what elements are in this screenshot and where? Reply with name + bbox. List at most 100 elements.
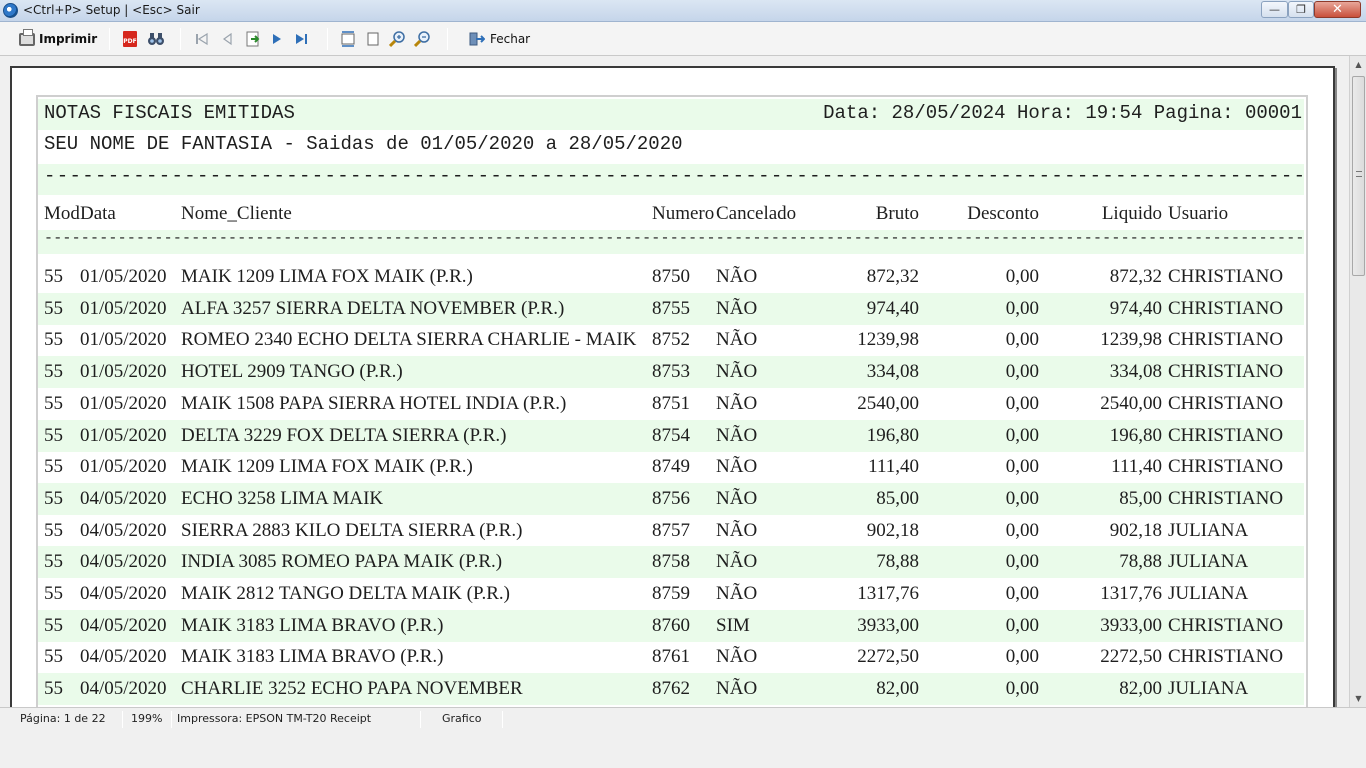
table-row: 55 01/05/2020 DELTA 3229 FOX DELTA SIERRA … <box>38 419 1304 452</box>
status-zoom: 199% <box>131 712 163 725</box>
cell-bruto: 2540,00 <box>857 392 919 414</box>
cell-cliente: DELTA 3229 FOX DELTA SIERRA (P.R.) <box>181 424 507 446</box>
col-cliente: Nome_Cliente <box>181 203 292 224</box>
cell-cliente: ALFA 3257 SIERRA DELTA NOVEMBER (P.R.) <box>181 297 565 319</box>
cell-liquido: 2540,00 <box>1100 392 1162 414</box>
table-row: 55 04/05/2020 INDIA 3085 ROMEO PAPA MAIK (… <box>38 546 1304 579</box>
last-page-button[interactable] <box>295 29 309 49</box>
pdf-icon: PDF <box>123 31 137 47</box>
whole-page-button[interactable] <box>366 29 380 49</box>
cell-cancelado: NÃO <box>716 361 758 383</box>
table-row: 55 04/05/2020 MAIK 2812 TANGO DELTA MAIK (… <box>38 578 1304 610</box>
cell-numero: 8753 <box>652 361 690 383</box>
cell-liquido: 3933,00 <box>1100 614 1162 636</box>
table-row: 55 04/05/2020 SIERRA 2883 KILO DELTA SIERR… <box>38 515 1304 547</box>
status-printer: Impressora: EPSON TM-T20 Receipt <box>177 712 372 725</box>
cell-data: 04/05/2020 <box>80 614 167 636</box>
table-row: 55 01/05/2020 MAIK 1209 LIMA FOX MAIK (P.R… <box>38 451 1304 483</box>
cell-numero: 8760 <box>652 614 690 636</box>
cell-liquido: 111,40 <box>1111 456 1162 478</box>
cell-cliente: MAIK 1209 LIMA FOX MAIK (P.R.) <box>181 456 473 478</box>
cell-desconto: 0,00 <box>1005 266 1039 287</box>
preview-area: NOTAS FISCAIS EMITIDAS Data: 28/05/2024 … <box>0 56 1349 707</box>
close-icon: ✕ <box>1332 2 1343 17</box>
whole-page-icon <box>367 32 379 46</box>
cell-liquido: 82,00 <box>1119 678 1162 700</box>
col-usuario: Usuario <box>1168 203 1229 224</box>
cell-mod: 55 <box>44 329 63 351</box>
cell-cancelado: NÃO <box>716 329 758 351</box>
close-preview-label: Fechar <box>490 32 531 46</box>
col-data: Data <box>80 203 116 224</box>
cell-numero: 8752 <box>652 329 690 351</box>
next-page-button[interactable] <box>271 29 283 49</box>
cell-cancelado: NÃO <box>716 583 758 604</box>
title-bar: <Ctrl+P> Setup | <Esc> Sair — ❐ ✕ <box>0 0 1366 22</box>
table-row: 55 01/05/2020 ROMEO 2340 ECHO DELTA SIERRA… <box>38 324 1304 356</box>
scroll-up-icon[interactable]: ▲ <box>1350 56 1366 73</box>
cell-bruto: 111,40 <box>868 456 919 478</box>
cell-numero: 8761 <box>652 646 690 668</box>
maximize-button[interactable]: ❐ <box>1288 1 1314 18</box>
cell-cliente: MAIK 1209 LIMA FOX MAIK (P.R.) <box>181 266 473 287</box>
column-headers: Mod Data Nome_Cliente Numero Cancelado B… <box>38 198 1304 230</box>
close-preview-button[interactable]: Fechar <box>469 29 530 49</box>
previous-page-button[interactable] <box>221 29 233 49</box>
cell-usuario: JULIANA <box>1168 583 1249 604</box>
scroll-down-icon[interactable]: ▼ <box>1350 690 1366 707</box>
table-row: 55 01/05/2020 MAIK 1508 PAPA SIERRA HOTEL … <box>38 388 1304 420</box>
zoom-out-icon <box>414 31 430 48</box>
cell-bruto: 902,18 <box>866 519 919 541</box>
cell-liquido: 872,32 <box>1109 266 1162 287</box>
page-go-icon <box>246 31 260 47</box>
scroll-thumb[interactable] <box>1352 76 1365 276</box>
cell-usuario: CHRISTIANO <box>1168 361 1284 383</box>
first-page-button[interactable] <box>195 29 209 49</box>
cell-numero: 8758 <box>652 551 690 573</box>
cell-bruto: 1239,98 <box>857 329 919 351</box>
zoom-in-button[interactable] <box>389 29 407 49</box>
cell-mod: 55 <box>44 519 63 541</box>
cell-mod: 55 <box>44 297 63 319</box>
cell-usuario: JULIANA <box>1168 678 1249 700</box>
zoom-out-button[interactable] <box>414 29 432 49</box>
minimize-button[interactable]: — <box>1261 1 1288 18</box>
cell-data: 04/05/2020 <box>80 487 167 509</box>
cell-desconto: 0,00 <box>1005 614 1039 636</box>
table-row: 55 04/05/2020 MAIK 3183 LIMA BRAVO (P.R.) 8… <box>38 609 1304 642</box>
cell-mod: 55 <box>44 678 63 700</box>
print-button[interactable]: Imprimir <box>19 28 98 49</box>
cell-cancelado: NÃO <box>716 456 758 478</box>
cell-usuario: CHRISTIANO <box>1168 297 1284 319</box>
cell-data: 04/05/2020 <box>80 646 167 668</box>
find-button[interactable] <box>147 29 165 49</box>
cell-cliente: MAIK 1508 PAPA SIERRA HOTEL INDIA (P.R.) <box>181 392 567 414</box>
cell-cancelado: NÃO <box>716 297 758 319</box>
cell-cliente: MAIK 3183 LIMA BRAVO (P.R.) <box>181 646 444 668</box>
table-row: 55 04/05/2020 MAIK 3183 LIMA BRAVO (P.R.) 8… <box>38 641 1304 673</box>
cell-desconto: 0,00 <box>1005 392 1039 414</box>
cell-usuario: CHRISTIANO <box>1168 424 1284 446</box>
cell-desconto: 0,00 <box>1005 361 1039 383</box>
vertical-scrollbar[interactable]: ▲ ▼ <box>1349 56 1366 707</box>
cell-mod: 55 <box>44 424 63 446</box>
page-width-button[interactable] <box>340 29 356 49</box>
col-numero: Numero <box>652 203 715 224</box>
cell-usuario: JULIANA <box>1168 551 1249 573</box>
cell-mod: 55 <box>44 646 63 668</box>
go-to-page-button[interactable] <box>245 29 261 49</box>
cell-data: 01/05/2020 <box>80 392 167 414</box>
status-mode: Grafico <box>442 712 482 725</box>
print-label: Imprimir <box>39 32 98 46</box>
cell-desconto: 0,00 <box>1005 519 1039 541</box>
cell-bruto: 872,32 <box>866 266 919 287</box>
close-window-button[interactable]: ✕ <box>1314 1 1361 18</box>
cell-numero: 8757 <box>652 519 690 541</box>
col-desconto: Desconto <box>967 203 1039 224</box>
cell-numero: 8754 <box>652 424 690 446</box>
cell-data: 01/05/2020 <box>80 329 167 351</box>
printer-icon <box>19 28 35 46</box>
status-bar: Página: 1 de 22 199% Impressora: EPSON T… <box>0 707 1366 730</box>
cell-desconto: 0,00 <box>1005 456 1039 478</box>
export-pdf-button[interactable]: PDF <box>123 29 137 49</box>
